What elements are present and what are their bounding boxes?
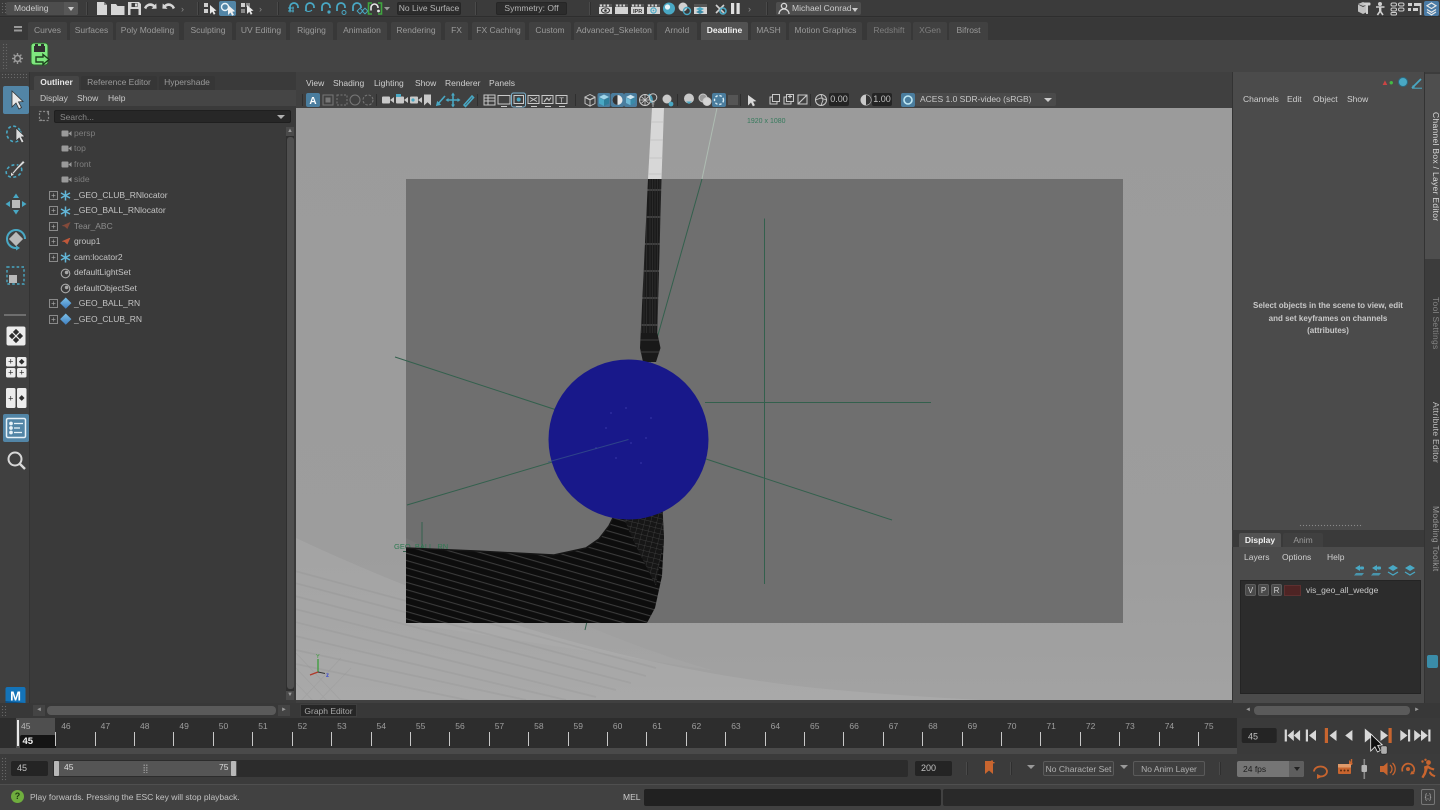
svg-text:1920 x 1080: 1920 x 1080 <box>747 118 786 125</box>
svg-text:z: z <box>326 673 329 679</box>
svg-text:›: › <box>181 4 184 14</box>
svg-text:A: A <box>309 96 316 107</box>
svg-text:45: 45 <box>1248 732 1258 742</box>
svg-text:M: M <box>10 689 21 704</box>
svg-text:Y: Y <box>316 654 320 660</box>
svg-text:›: › <box>748 4 751 14</box>
svg-text:›: › <box>259 4 262 14</box>
svg-text:+: + <box>8 357 13 367</box>
svg-text:+: + <box>8 394 13 404</box>
svg-text:+: + <box>19 368 24 378</box>
svg-text:IPR: IPR <box>633 9 642 15</box>
svg-text:+: + <box>8 368 13 378</box>
svg-text:T: T <box>559 96 564 105</box>
